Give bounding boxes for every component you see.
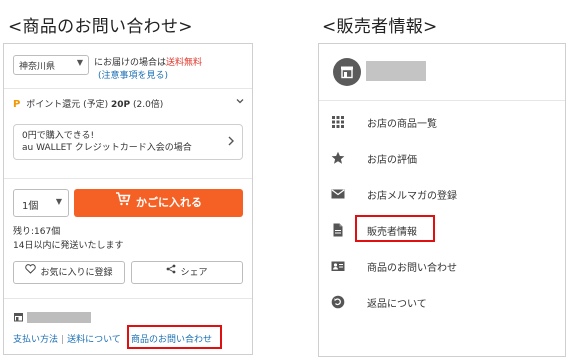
menu-item-label: お店の商品一覧 bbox=[367, 119, 437, 130]
footer-links: 支払い方法 | 送料について bbox=[13, 332, 121, 345]
divider bbox=[319, 100, 565, 101]
divider bbox=[4, 298, 252, 299]
share-button[interactable]: シェア bbox=[131, 261, 243, 284]
chevron-down-icon: ▼ bbox=[76, 58, 83, 67]
contact-card-icon bbox=[331, 259, 345, 273]
document-icon bbox=[331, 223, 345, 237]
menu-item-product-inquiry[interactable]: 商品のお問い合わせ bbox=[319, 254, 565, 278]
points-rate: (2.0倍) bbox=[132, 100, 164, 110]
add-favorite-button[interactable]: お気に入りに登録 bbox=[13, 261, 125, 284]
left-heading: <商品のお問い合わせ> bbox=[8, 17, 193, 37]
menu-item-label: 返品について bbox=[367, 299, 427, 310]
heart-icon bbox=[25, 262, 37, 283]
quantity-select[interactable]: 1個 ▼ bbox=[13, 189, 69, 217]
highlight-box bbox=[355, 215, 435, 242]
promo-line2: au WALLET クレジットカード入会の場合 bbox=[22, 143, 192, 153]
grid-icon bbox=[331, 115, 345, 129]
product-purchase-panel: 神奈川県 ▼ にお届けの場合は送料無料 (注意事項を見る) P ポイント還元 (… bbox=[3, 43, 253, 355]
shop-name-redacted bbox=[27, 312, 91, 323]
menu-item-shop-products[interactable]: お店の商品一覧 bbox=[319, 110, 565, 134]
shipping-fee-link[interactable]: 送料について bbox=[67, 335, 121, 345]
shipping-info: にお届けの場合は送料無料 (注意事項を見る) bbox=[94, 57, 202, 83]
product-inquiry-link[interactable]: 商品のお問い合わせ bbox=[131, 332, 212, 345]
payment-method-link[interactable]: 支払い方法 bbox=[13, 335, 58, 345]
menu-item-label: お店メルマガの登録 bbox=[367, 191, 457, 202]
stock-remaining: 残り:167個 bbox=[13, 227, 61, 237]
seller-name-redacted bbox=[366, 61, 426, 81]
divider bbox=[4, 178, 252, 179]
link-separator: | bbox=[61, 335, 65, 345]
shipping-notice-link[interactable]: (注意事項を見る) bbox=[98, 71, 168, 81]
return-icon bbox=[331, 295, 345, 309]
chevron-down-icon: ▼ bbox=[55, 197, 62, 206]
shipping-prefix: にお届けの場合は bbox=[94, 58, 167, 68]
store-icon bbox=[341, 66, 353, 79]
star-icon bbox=[331, 151, 345, 165]
favorite-label: お気に入りに登録 bbox=[40, 268, 113, 278]
menu-item-label: お店の評価 bbox=[367, 155, 417, 166]
shipping-lead-time: 14日以内に発送いたします bbox=[13, 241, 124, 251]
menu-item-shop-rating[interactable]: お店の評価 bbox=[319, 146, 565, 170]
seller-avatar[interactable] bbox=[333, 58, 361, 86]
add-to-cart-label: かごに入れる bbox=[136, 196, 202, 209]
points-value: 20P bbox=[110, 100, 131, 110]
stock-info: 残り:167個 14日以内に発送いたします bbox=[13, 225, 123, 253]
points-row[interactable]: P ポイント還元 (予定) 20P (2.0倍) bbox=[13, 97, 245, 111]
shop-row[interactable] bbox=[13, 311, 133, 325]
divider bbox=[4, 88, 252, 89]
quantity-value: 1個 bbox=[22, 201, 39, 212]
au-wallet-promo[interactable]: 0円で購入できる! au WALLET クレジットカード入会の場合 bbox=[13, 124, 243, 160]
chevron-right-icon bbox=[226, 135, 236, 149]
right-heading: <販売者情報> bbox=[322, 17, 438, 37]
share-label: シェア bbox=[180, 268, 208, 278]
point-p-icon: P bbox=[13, 99, 21, 110]
chevron-down-icon bbox=[235, 96, 245, 109]
free-shipping-label: 送料無料 bbox=[166, 58, 203, 68]
share-icon bbox=[166, 262, 176, 283]
cart-plus-icon bbox=[115, 189, 131, 217]
menu-item-newsletter[interactable]: お店メルマガの登録 bbox=[319, 182, 565, 206]
menu-item-returns[interactable]: 返品について bbox=[319, 290, 565, 314]
points-label: ポイント還元 (予定) bbox=[26, 100, 109, 110]
add-to-cart-button[interactable]: かごに入れる bbox=[74, 189, 243, 217]
promo-line1: 0円で購入できる! bbox=[22, 131, 95, 141]
prefecture-value: 神奈川県 bbox=[19, 62, 56, 72]
seller-info-panel: お店の商品一覧 お店の評価 お店メルマガの登録 販売者情報 商品のお問い合わせ … bbox=[318, 43, 566, 357]
prefecture-select[interactable]: 神奈川県 ▼ bbox=[13, 55, 89, 75]
menu-item-label: 商品のお問い合わせ bbox=[367, 263, 457, 274]
mail-icon bbox=[331, 187, 345, 201]
shop-icon bbox=[13, 312, 24, 325]
